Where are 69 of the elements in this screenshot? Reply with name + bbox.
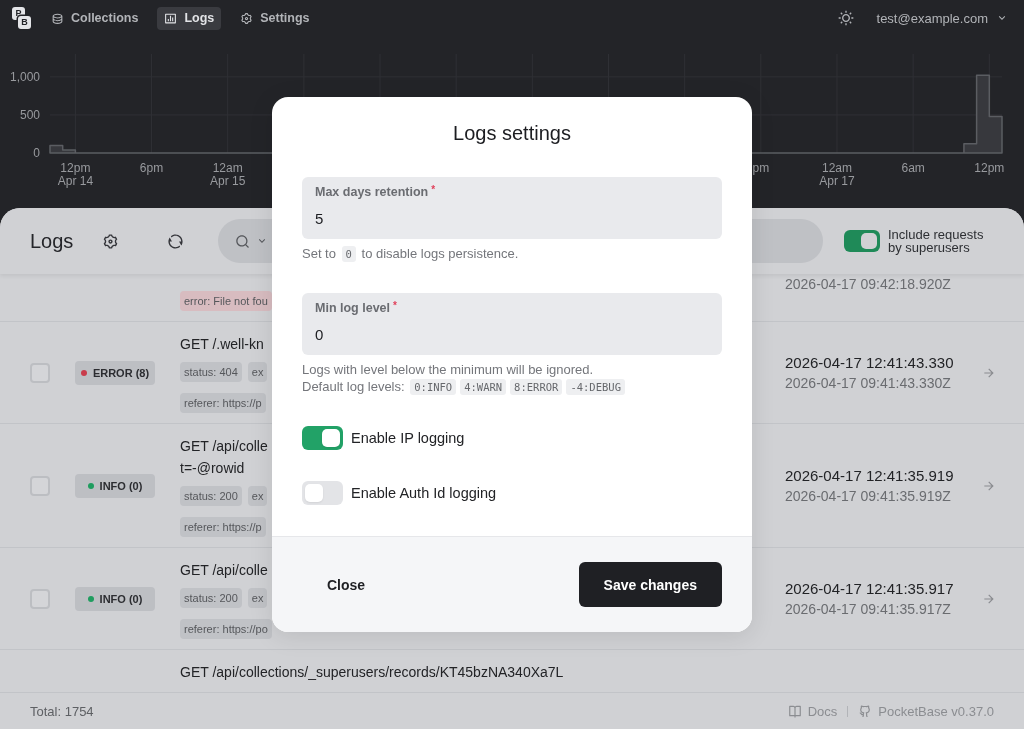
log-level-label: ERROR (8) — [92, 366, 150, 379]
toggle-switch[interactable] — [844, 230, 880, 252]
toggle-switch[interactable] — [302, 481, 343, 505]
axis-label: 12pm — [974, 161, 1005, 175]
axis-label: 12pm Apr 14 — [57, 161, 94, 188]
toggle-label: Include requests by superusers — [888, 228, 985, 254]
log-tag: ex — [247, 362, 268, 382]
axis-label: 6am — [901, 161, 925, 175]
number-field[interactable]: Min log level * 0 — [302, 293, 722, 355]
save-button[interactable]: Save changes — [578, 562, 722, 607]
toggle-switch[interactable] — [302, 426, 343, 450]
error-tag: error: File not fou — [180, 291, 272, 311]
field-label: Max days retention * — [315, 184, 437, 201]
panel-title: Logs — [30, 229, 74, 253]
settings-icon — [101, 232, 119, 250]
book-icon — [787, 704, 802, 718]
utc-timestamp: 2026-04-17 09:41:35.917Z — [785, 599, 951, 619]
axis-label: pm — [752, 161, 770, 175]
checkbox[interactable] — [30, 362, 50, 383]
nav-tab[interactable]: Settings — [233, 6, 317, 30]
request-line: GET /api/collections/_superusers/records/KT45bzNA340Xa7L — [180, 663, 564, 682]
request-line: GET /api/colle — [180, 561, 268, 580]
log-tag: referer: https://p — [180, 393, 266, 413]
toggle-label: Enable IP logging — [351, 430, 465, 446]
close-button[interactable]: Close — [302, 562, 391, 607]
axis-label: 6pm — [139, 161, 164, 175]
github-icon — [858, 704, 873, 718]
toggle-label: Enable Auth Id logging — [351, 485, 497, 501]
utc-timestamp: 2026-04-17 09:41:43.330Z — [785, 373, 951, 393]
axis-label: 12am Apr 15 — [210, 161, 246, 188]
axis-label: 12am Apr 17 — [819, 161, 855, 188]
bar-chart-icon — [164, 11, 178, 25]
axis-label: 0 — [33, 146, 40, 160]
dialog-title: Logs settings — [452, 121, 572, 146]
user-menu[interactable]: test@example.com — [876, 10, 1008, 26]
checkbox[interactable] — [30, 588, 50, 609]
log-tag: status: 404 — [180, 362, 242, 382]
search-icon — [235, 233, 251, 249]
log-tag: ex — [247, 588, 268, 608]
axis-label: 1,000 — [9, 69, 40, 84]
checkbox[interactable] — [30, 475, 50, 496]
database-icon — [51, 11, 64, 25]
axis-label: 500 — [19, 107, 40, 122]
number-field[interactable]: Max days retention * 5 — [302, 177, 722, 239]
log-tag: status: 200 — [180, 588, 242, 608]
log-level-label: INFO (0) — [99, 479, 143, 492]
log-tag: status: 200 — [180, 486, 242, 506]
log-tag: referer: https://p — [180, 517, 266, 537]
help-text: Set to 0 to disable logs persistence. — [302, 245, 519, 262]
nav-tab[interactable]: Logs — [157, 6, 222, 30]
log-tag: ex — [247, 486, 268, 506]
help-text: Default log levels: 0:INFO 4:WARN 8:ERROR -4:DEBUG — [302, 378, 627, 395]
request-line: GET /api/colle t=-@rowid — [180, 437, 268, 478]
logo[interactable]: PB — [12, 7, 31, 29]
nav-tab[interactable]: Collections — [44, 6, 146, 30]
utc-timestamp: 2026-04-17 09:41:35.919Z — [785, 486, 951, 506]
timestamp: 2026-04-17 12:41:35.917 — [785, 578, 954, 599]
timestamp: 2026-04-17 12:41:43.330 — [785, 352, 954, 373]
utc-timestamp: 2026-04-17 09:42:18.920Z — [785, 275, 951, 294]
request-line: GET /.well-kn — [180, 335, 264, 354]
refresh-icon — [166, 232, 184, 250]
log-level-label: INFO (0) — [99, 592, 143, 605]
log-tag: referer: https://po — [180, 619, 272, 639]
field-label: Min log level * — [315, 300, 398, 317]
gear-icon — [240, 11, 254, 25]
help-text: Logs with level below the minimum will be ignored. — [302, 361, 594, 378]
timestamp: 2026-04-17 12:41:35.919 — [785, 465, 954, 486]
total-count: Total: 1754 — [30, 703, 94, 719]
sun-icon — [837, 10, 854, 26]
